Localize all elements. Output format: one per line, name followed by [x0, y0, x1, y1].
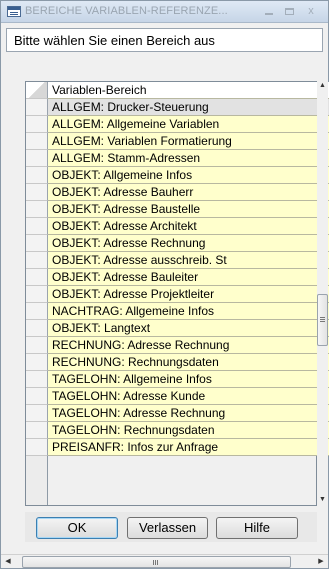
list-item-label[interactable]: OBJEKT: Adresse Projektleiter [48, 286, 329, 303]
list-rows: Variablen-Bereich ALLGEM: Drucker-Steuer… [26, 82, 329, 456]
row-selector[interactable] [26, 337, 48, 354]
row-selector[interactable] [26, 252, 48, 269]
row-selector[interactable] [26, 320, 48, 337]
prompt-text: Bitte wählen Sie einen Bereich aus [14, 33, 215, 48]
list-item[interactable]: RECHNUNG: Rechnungsdaten [26, 354, 329, 371]
list-item-label[interactable]: OBJEKT: Adresse Bauherr [48, 184, 329, 201]
maximize-icon [284, 8, 294, 15]
list-item[interactable]: NACHTRAG: Allgemeine Infos [26, 303, 329, 320]
row-selector[interactable] [26, 354, 48, 371]
help-button[interactable]: Hilfe [216, 517, 298, 539]
prompt-panel: Bitte wählen Sie einen Bereich aus [6, 28, 323, 52]
row-selector[interactable] [26, 405, 48, 422]
horizontal-scroll-thumb[interactable] [22, 556, 291, 568]
list-item-label[interactable]: OBJEKT: Adresse Architekt [48, 218, 329, 235]
list-item-label[interactable]: TAGELOHN: Rechnungsdaten [48, 422, 329, 439]
list-item-label[interactable]: OBJEKT: Adresse ausschreib. St [48, 252, 329, 269]
list-item[interactable]: ALLGEM: Variablen Formatierung [26, 133, 329, 150]
row-selector[interactable] [26, 167, 48, 184]
ok-button[interactable]: OK [36, 517, 118, 539]
list-item[interactable]: OBJEKT: Adresse Bauherr [26, 184, 329, 201]
scroll-up-arrow-icon[interactable]: ▲ [318, 81, 327, 91]
row-selector[interactable] [26, 116, 48, 133]
row-selector[interactable] [26, 235, 48, 252]
list-header-row: Variablen-Bereich [26, 82, 329, 99]
list-item[interactable]: OBJEKT: Langtext [26, 320, 329, 337]
list-item-label[interactable]: TAGELOHN: Allgemeine Infos [48, 371, 329, 388]
column-header-variablen-bereich[interactable]: Variablen-Bereich [48, 82, 329, 99]
close-button[interactable]: x [303, 4, 319, 18]
list-item[interactable]: TAGELOHN: Adresse Kunde [26, 388, 329, 405]
row-selector[interactable] [26, 286, 48, 303]
list-item[interactable]: OBJEKT: Adresse ausschreib. St [26, 252, 329, 269]
scroll-down-arrow-icon[interactable]: ▼ [318, 495, 327, 505]
list-item-label[interactable]: OBJEKT: Adresse Baustelle [48, 201, 329, 218]
minimize-button[interactable] [261, 4, 277, 18]
horizontal-scrollbar[interactable]: ◀ ▶ [1, 554, 328, 568]
list-item[interactable]: PREISANFR: Infos zur Anfrage [26, 439, 329, 456]
vertical-scroll-thumb[interactable] [317, 294, 328, 346]
row-selector[interactable] [26, 303, 48, 320]
list-item[interactable]: OBJEKT: Adresse Architekt [26, 218, 329, 235]
list-item-label[interactable]: OBJEKT: Allgemeine Infos [48, 167, 329, 184]
list-item-label[interactable]: ALLGEM: Variablen Formatierung [48, 133, 329, 150]
list-item[interactable]: TAGELOHN: Allgemeine Infos [26, 371, 329, 388]
row-selector[interactable] [26, 201, 48, 218]
row-selector[interactable] [26, 269, 48, 286]
minimize-icon [265, 13, 273, 15]
row-selector[interactable] [26, 422, 48, 439]
variable-area-list[interactable]: Variablen-Bereich ALLGEM: Drucker-Steuer… [25, 81, 329, 506]
row-selector[interactable] [26, 371, 48, 388]
list-item[interactable]: ALLGEM: Allgemeine Variablen [26, 116, 329, 133]
row-selector[interactable] [26, 150, 48, 167]
list-item-label[interactable]: OBJEKT: Adresse Rechnung [48, 235, 329, 252]
list-item-label[interactable]: ALLGEM: Stamm-Adressen [48, 150, 329, 167]
list-item-label[interactable]: OBJEKT: Langtext [48, 320, 329, 337]
row-selector[interactable] [26, 439, 48, 456]
list-item[interactable]: RECHNUNG: Adresse Rechnung [26, 337, 329, 354]
list-item[interactable]: OBJEKT: Allgemeine Infos [26, 167, 329, 184]
dialog-window: BEREICHE VARIABLEN-REFERENZE... x Bitte … [0, 0, 329, 569]
list-item-label[interactable]: TAGELOHN: Adresse Rechnung [48, 405, 329, 422]
list-item-label[interactable]: PREISANFR: Infos zur Anfrage [48, 439, 329, 456]
row-selector[interactable] [26, 388, 48, 405]
row-selector[interactable] [26, 184, 48, 201]
list-item[interactable]: OBJEKT: Adresse Projektleiter [26, 286, 329, 303]
list-item-label[interactable]: RECHNUNG: Adresse Rechnung [48, 337, 329, 354]
list-item-label[interactable]: ALLGEM: Allgemeine Variablen [48, 116, 329, 133]
list-item-label[interactable]: OBJEKT: Adresse Bauleiter [48, 269, 329, 286]
scroll-right-arrow-icon[interactable]: ▶ [316, 556, 326, 568]
select-all-corner[interactable] [26, 82, 48, 99]
maximize-button[interactable] [281, 4, 297, 18]
list-item[interactable]: ALLGEM: Drucker-Steuerung [26, 99, 329, 116]
list-item[interactable]: OBJEKT: Adresse Baustelle [26, 201, 329, 218]
list-item[interactable]: TAGELOHN: Adresse Rechnung [26, 405, 329, 422]
table-icon [7, 6, 21, 17]
list-item[interactable]: OBJEKT: Adresse Rechnung [26, 235, 329, 252]
scroll-left-arrow-icon[interactable]: ◀ [3, 556, 13, 568]
title-bar[interactable]: BEREICHE VARIABLEN-REFERENZE... x [1, 1, 328, 23]
row-selector[interactable] [26, 133, 48, 150]
list-item[interactable]: ALLGEM: Stamm-Adressen [26, 150, 329, 167]
list-item-label[interactable]: RECHNUNG: Rechnungsdaten [48, 354, 329, 371]
row-selector[interactable] [26, 218, 48, 235]
leave-button[interactable]: Verlassen [127, 517, 208, 539]
list-item-label[interactable]: ALLGEM: Drucker-Steuerung [48, 99, 329, 116]
list-item[interactable]: OBJEKT: Adresse Bauleiter [26, 269, 329, 286]
list-item-label[interactable]: NACHTRAG: Allgemeine Infos [48, 303, 329, 320]
vertical-scrollbar[interactable]: ▲ ▼ [317, 81, 328, 506]
list-item[interactable]: TAGELOHN: Rechnungsdaten [26, 422, 329, 439]
row-selector[interactable] [26, 99, 48, 116]
list-item-label[interactable]: TAGELOHN: Adresse Kunde [48, 388, 329, 405]
window-title: BEREICHE VARIABLEN-REFERENZE... [25, 5, 228, 17]
